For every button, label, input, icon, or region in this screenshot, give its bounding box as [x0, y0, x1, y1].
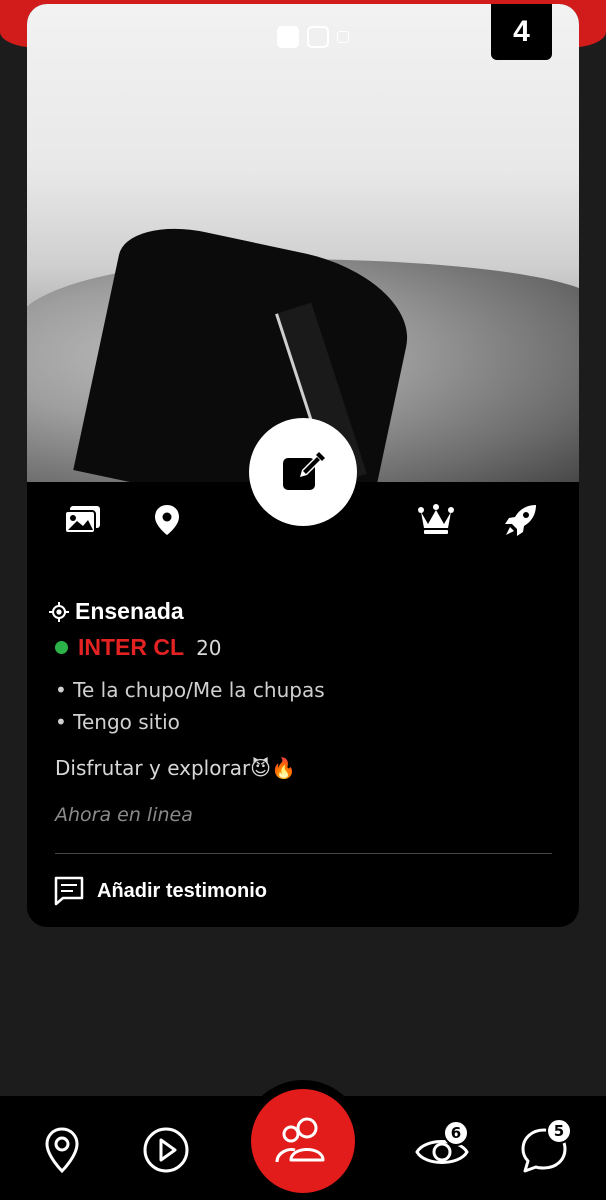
people-button[interactable] — [251, 1089, 355, 1193]
online-indicator — [55, 641, 68, 654]
location-text: Ensenada — [75, 598, 184, 624]
profile-age: 20 — [196, 635, 222, 660]
preferences-list: • Te la chupo/Me la chupas • Tengo sitio — [55, 674, 325, 738]
divider — [55, 853, 552, 854]
map-pin-icon[interactable] — [38, 1126, 86, 1174]
page-dot-3[interactable] — [337, 31, 349, 43]
profile-card: 4 Ensenada INTER CL 20 • Te la chupo/Me … — [27, 4, 579, 927]
views-badge: 6 — [443, 1120, 469, 1146]
page-dot-1[interactable] — [277, 26, 299, 48]
edit-profile-button[interactable] — [249, 418, 357, 526]
list-item: • Tengo sitio — [55, 710, 180, 734]
profile-name: INTER CL — [78, 634, 185, 660]
center-nav-ring — [242, 1080, 364, 1200]
crosshair-icon — [49, 601, 69, 622]
location-pin-icon[interactable] — [147, 502, 187, 538]
page-dot-2[interactable] — [307, 26, 329, 48]
photo-count-badge: 4 — [491, 4, 552, 60]
gallery-icon[interactable] — [63, 502, 103, 538]
location-row: Ensenada — [49, 598, 184, 625]
rocket-icon[interactable] — [501, 502, 541, 538]
people-icon — [275, 1117, 325, 1163]
profile-photo[interactable] — [27, 4, 579, 482]
add-testimony-button[interactable]: Añadir testimonio — [53, 876, 267, 906]
crown-icon[interactable] — [416, 502, 456, 538]
name-row: INTER CL 20 — [55, 634, 222, 661]
message-icon — [54, 876, 84, 906]
photo-pagination — [277, 26, 349, 48]
play-icon[interactable] — [142, 1126, 190, 1174]
online-status: Ahora en linea — [55, 804, 193, 826]
list-item: • Te la chupo/Me la chupas — [55, 678, 325, 702]
edit-icon — [283, 452, 325, 490]
add-testimony-label: Añadir testimonio — [97, 879, 268, 902]
profile-bio: Disfrutar y explorar😈🔥 — [55, 756, 296, 780]
messages-badge: 5 — [546, 1118, 572, 1144]
